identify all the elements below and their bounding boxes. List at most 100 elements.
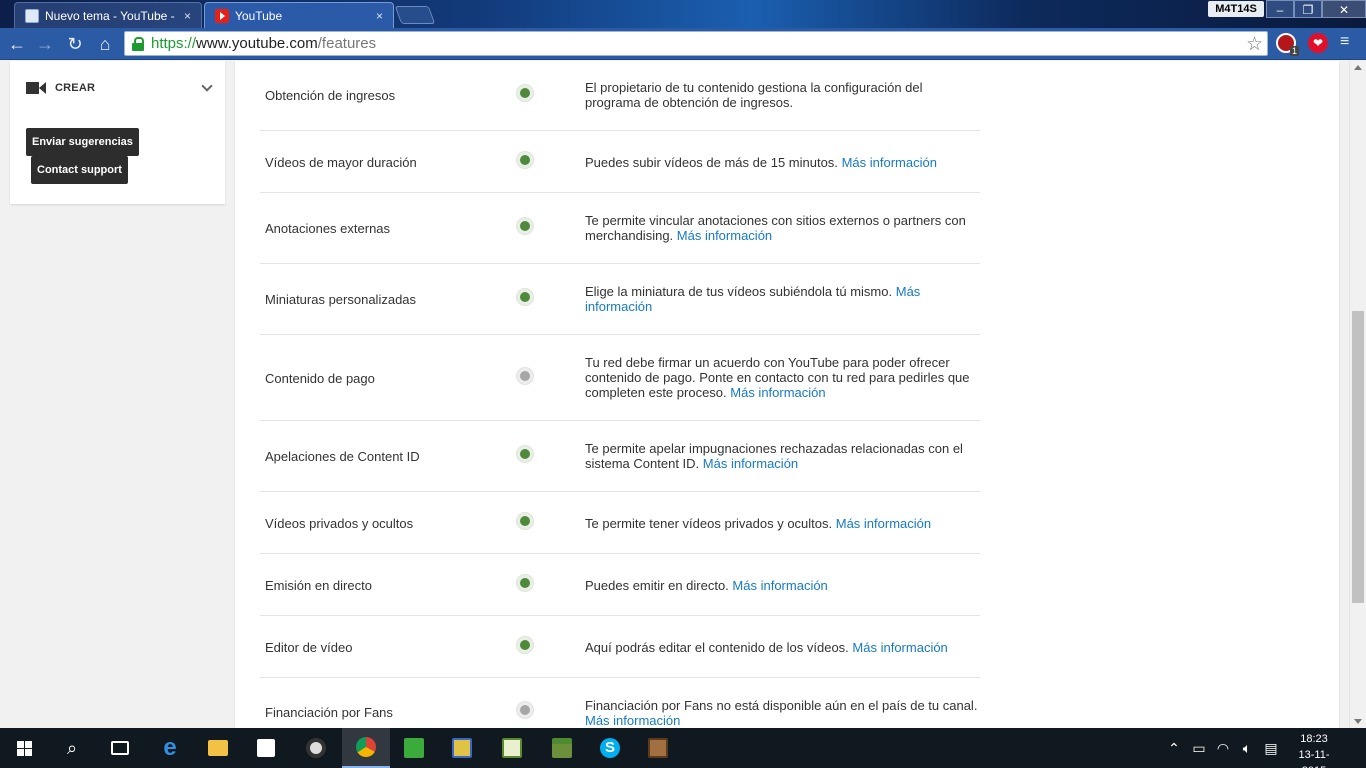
wifi-icon[interactable]: ◠ (1212, 728, 1234, 768)
minimize-button[interactable]: – (1266, 0, 1294, 18)
taskbar-network-tool[interactable] (438, 728, 486, 768)
feature-desc-text: Te permite vincular anotaciones con siti… (585, 213, 966, 243)
feature-name: Apelaciones de Content ID (265, 449, 420, 464)
taskbar-minecraft-creeper[interactable] (390, 728, 438, 768)
feature-row: Financiación por Fans Financiación por F… (260, 678, 980, 728)
search-button[interactable]: ⌕ (48, 728, 96, 768)
browser-toolbar: ← → ↻ ⌂ https://www.youtube.com/features… (0, 28, 1366, 60)
start-button[interactable] (0, 728, 48, 768)
address-bar[interactable]: https://www.youtube.com/features ☆ (124, 31, 1268, 56)
more-info-link[interactable]: Más información (585, 713, 680, 728)
page-scrollbar[interactable] (1349, 61, 1366, 728)
feature-status-indicator (517, 368, 533, 384)
scroll-up-arrow-icon[interactable] (1354, 65, 1362, 70)
feature-description: Financiación por Fans no está disponible… (585, 698, 980, 728)
bookmark-star-icon[interactable]: ☆ (1246, 33, 1263, 56)
feature-row: Obtención de ingresos El propietario de … (260, 61, 980, 131)
crafting-table-icon (648, 738, 668, 758)
feature-name: Miniaturas personalizadas (265, 292, 417, 307)
feature-row: Emisión en directo Puedes emitir en dire… (260, 554, 980, 616)
more-info-link[interactable]: Más información (703, 456, 798, 471)
notepad-icon (502, 738, 522, 758)
store-icon (257, 739, 275, 757)
support-tooltip[interactable]: Contact support (31, 156, 128, 184)
heart-extension-icon[interactable]: ❤ (1308, 33, 1328, 53)
feature-row: Miniaturas personalizadas Elige la minia… (260, 264, 980, 335)
feature-name: Emisión en directo (265, 578, 372, 593)
feature-name: Vídeos de mayor duración (265, 155, 417, 170)
search-icon: ⌕ (66, 737, 78, 758)
feature-description: Te permite apelar impugnaciones rechazad… (585, 441, 980, 471)
scroll-down-arrow-icon[interactable] (1354, 719, 1362, 724)
taskbar-notepad[interactable] (488, 728, 536, 768)
tab-nuevo-tema[interactable]: Nuevo tema - YouTube - F × (14, 2, 202, 28)
taskbar-crafting-table[interactable] (634, 728, 682, 768)
feature-name: Editor de vídeo (265, 640, 353, 655)
taskbar-minecraft[interactable] (538, 728, 586, 768)
feature-name: Financiación por Fans (265, 705, 393, 720)
feature-description: Te permite vincular anotaciones con siti… (585, 213, 980, 243)
crear-label: CREAR (55, 82, 96, 94)
taskbar-edge[interactable]: e (146, 728, 194, 768)
maximize-button[interactable]: ❐ (1294, 0, 1322, 18)
forward-button[interactable]: → (34, 33, 56, 55)
feature-row: Contenido de pago Tu red debe firmar un … (260, 335, 980, 421)
feature-description: Puedes emitir en directo. Más informació… (585, 578, 980, 593)
chevron-down-icon[interactable] (201, 80, 213, 92)
skype-icon: S (600, 738, 620, 758)
scrollbar-thumb[interactable] (1352, 311, 1364, 603)
tab-label: YouTube (235, 8, 283, 23)
feature-desc-text: Puedes subir vídeos de más de 15 minutos… (585, 155, 838, 170)
reload-button[interactable]: ↻ (64, 33, 86, 55)
browser-menu-icon[interactable]: ≡ (1340, 33, 1349, 51)
edge-icon: e (163, 734, 177, 761)
back-button[interactable]: ← (6, 33, 28, 55)
feature-row: Vídeos privados y ocultos Te permite ten… (260, 492, 980, 554)
video-camera-icon (26, 81, 46, 95)
notifications-icon[interactable]: ▤ (1260, 728, 1282, 768)
feature-status-indicator (517, 289, 533, 305)
home-button[interactable]: ⌂ (94, 33, 116, 55)
tab-close-icon[interactable]: × (184, 9, 191, 23)
more-info-link[interactable]: Más información (677, 228, 772, 243)
feature-row: Vídeos de mayor duración Puedes subir ví… (260, 131, 980, 193)
feature-name: Vídeos privados y ocultos (265, 516, 414, 531)
more-info-link[interactable]: Más información (836, 516, 931, 531)
feature-status-indicator (517, 218, 533, 234)
extension-badge: 1 (1290, 46, 1300, 56)
taskbar-chrome[interactable] (342, 728, 390, 768)
taskbar-file-explorer[interactable] (194, 728, 242, 768)
more-info-link[interactable]: Más información (732, 578, 827, 593)
feature-name: Contenido de pago (265, 371, 375, 386)
volume-icon[interactable]: 🔈︎ (1236, 728, 1258, 768)
url-host: www.youtube.com (196, 35, 318, 52)
battery-icon[interactable]: ▭ (1188, 728, 1210, 768)
url-scheme: https:// (151, 35, 197, 52)
feature-desc-text: Te permite tener vídeos privados y ocult… (585, 516, 833, 531)
profile-button[interactable]: M4T14S (1208, 1, 1264, 17)
tab-close-icon[interactable]: × (376, 9, 383, 23)
feature-status-indicator (517, 575, 533, 591)
more-info-link[interactable]: Más información (852, 640, 947, 655)
taskbar-clock[interactable]: 18:23 13-11-2015 (1290, 731, 1338, 768)
feature-status-indicator (517, 152, 533, 168)
lock-icon[interactable] (131, 36, 145, 51)
more-info-link[interactable]: Más información (842, 155, 937, 170)
tray-chevron-up-icon[interactable]: ⌃ (1164, 728, 1184, 768)
feature-description: Aquí podrás editar el contenido de los v… (585, 640, 980, 655)
taskbar-skype[interactable]: S (586, 728, 634, 768)
feature-desc-text: Puedes emitir en directo. (585, 578, 729, 593)
more-info-link[interactable]: Más información (730, 385, 825, 400)
taskbar-media-player[interactable] (292, 728, 340, 768)
close-window-button[interactable]: ✕ (1322, 0, 1366, 18)
feature-row: Anotaciones externas Te permite vincular… (260, 193, 980, 264)
new-tab-button[interactable] (394, 6, 436, 24)
taskbar-store[interactable] (242, 728, 290, 768)
feature-status-indicator (517, 85, 533, 101)
task-view-button[interactable] (96, 728, 144, 768)
browser-titlebar: Nuevo tema - YouTube - F × YouTube × M4T… (0, 0, 1366, 28)
tab-youtube[interactable]: YouTube × (204, 2, 394, 28)
crear-menu[interactable]: CREAR (26, 79, 213, 97)
feedback-tooltip[interactable]: Enviar sugerencias (26, 128, 139, 156)
feature-description: Tu red debe firmar un acuerdo con YouTub… (585, 355, 980, 400)
